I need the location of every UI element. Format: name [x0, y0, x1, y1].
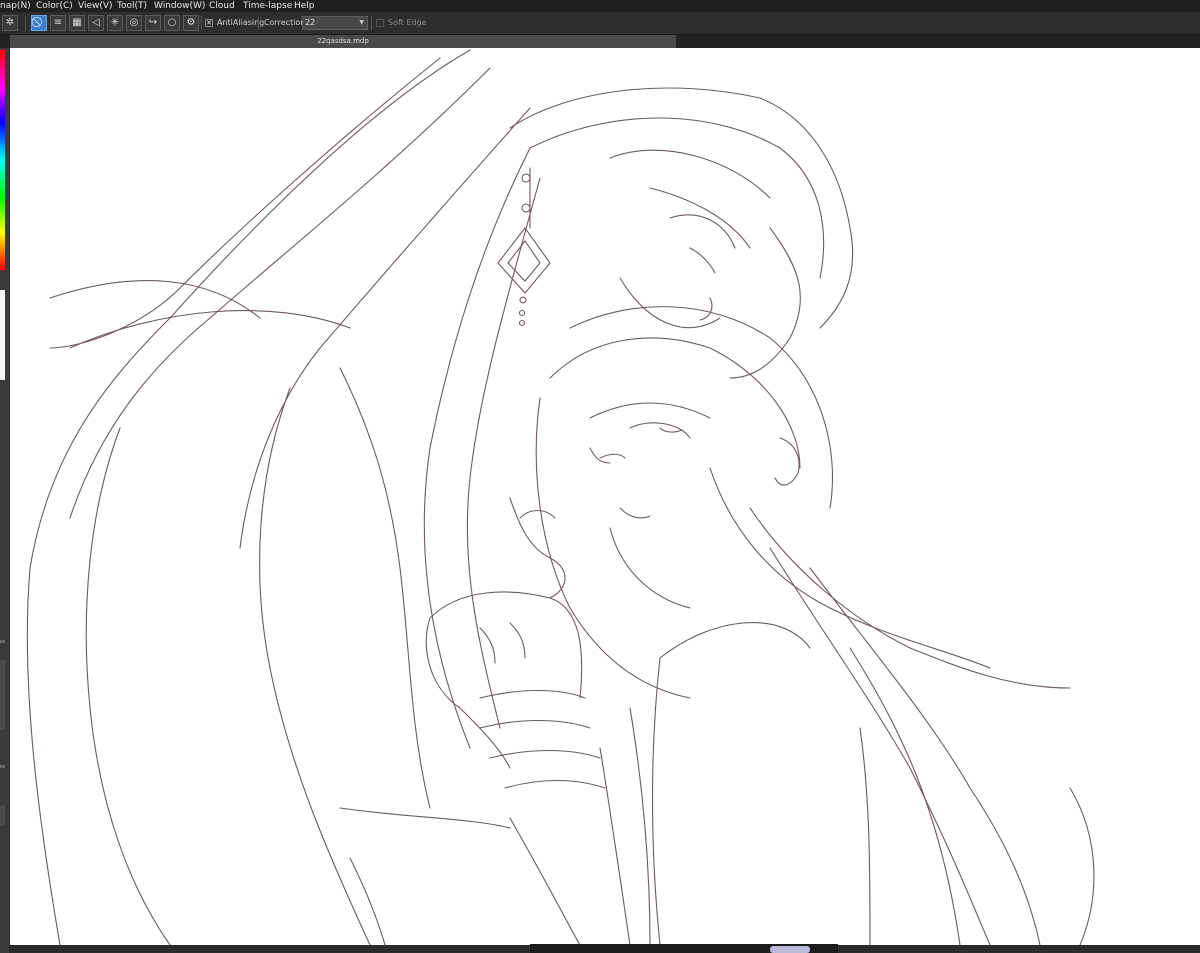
grid-snap-icon[interactable]: ▦ [69, 15, 85, 31]
parallel-line-snap-icon[interactable]: ≡ [50, 15, 66, 31]
menu-color[interactable]: Color(C) [36, 0, 73, 12]
document-tab[interactable]: 22qasdsa.mdp [10, 35, 676, 48]
soft-edge-checkbox[interactable] [376, 19, 384, 27]
panel-handle[interactable] [0, 765, 5, 768]
hue-slider[interactable] [0, 50, 5, 270]
menu-view[interactable]: View(V) [78, 0, 113, 12]
snap-off-icon[interactable]: ⃠ [31, 15, 47, 31]
toolbar-divider [201, 16, 202, 30]
correction-select[interactable]: 22 ▼ [302, 16, 368, 30]
radial-snap-icon[interactable]: ✳ [107, 15, 123, 31]
menu-cloud[interactable]: Cloud [209, 0, 235, 12]
color-preview [0, 290, 5, 380]
menu-tool[interactable]: Tool(T) [117, 0, 147, 12]
chevron-down-icon: ▼ [359, 19, 364, 26]
status-indicator[interactable] [770, 946, 810, 953]
correction-label: Correction [264, 18, 306, 27]
toolbar-divider [371, 16, 372, 30]
circle-snap-icon[interactable]: ○ [164, 15, 180, 31]
correction-value: 22 [305, 18, 316, 27]
sparkle-icon[interactable]: ✲ [2, 15, 18, 31]
menu-bar: nap(N) Color(C) View(V) Tool(T) Window(W… [0, 0, 1200, 12]
panel-scrollbar[interactable] [0, 660, 5, 730]
antialiasing-checkbox[interactable]: ✕ [205, 19, 213, 27]
curve-snap-icon[interactable]: ↪ [145, 15, 161, 31]
toolbar-divider [258, 16, 259, 30]
menu-window[interactable]: Window(W) [154, 0, 205, 12]
menu-snap[interactable]: nap(N) [0, 0, 31, 12]
panel-scrollbar[interactable] [0, 805, 5, 825]
panel-handle[interactable] [0, 640, 5, 643]
menu-help[interactable]: Help [294, 0, 315, 12]
perspective-snap-icon[interactable]: ◁ [88, 15, 104, 31]
document-tab-bar: 22qasdsa.mdp [0, 35, 1200, 48]
menu-time-lapse[interactable]: Time-lapse [243, 0, 292, 12]
toolbar-divider [25, 16, 26, 30]
line-art-sketch [26, 49, 1095, 945]
drawing-canvas[interactable] [10, 48, 1200, 945]
soft-edge-label: Soft Edge [388, 18, 427, 27]
snap-toolbar: ✲ ⃠ ≡ ▦ ◁ ✳ ◎ ↪ ○ ⚙ ✕ AntiAliasing Corre… [0, 12, 1200, 35]
settings-snap-icon[interactable]: ⚙ [183, 15, 199, 31]
concentric-snap-icon[interactable]: ◎ [126, 15, 142, 31]
